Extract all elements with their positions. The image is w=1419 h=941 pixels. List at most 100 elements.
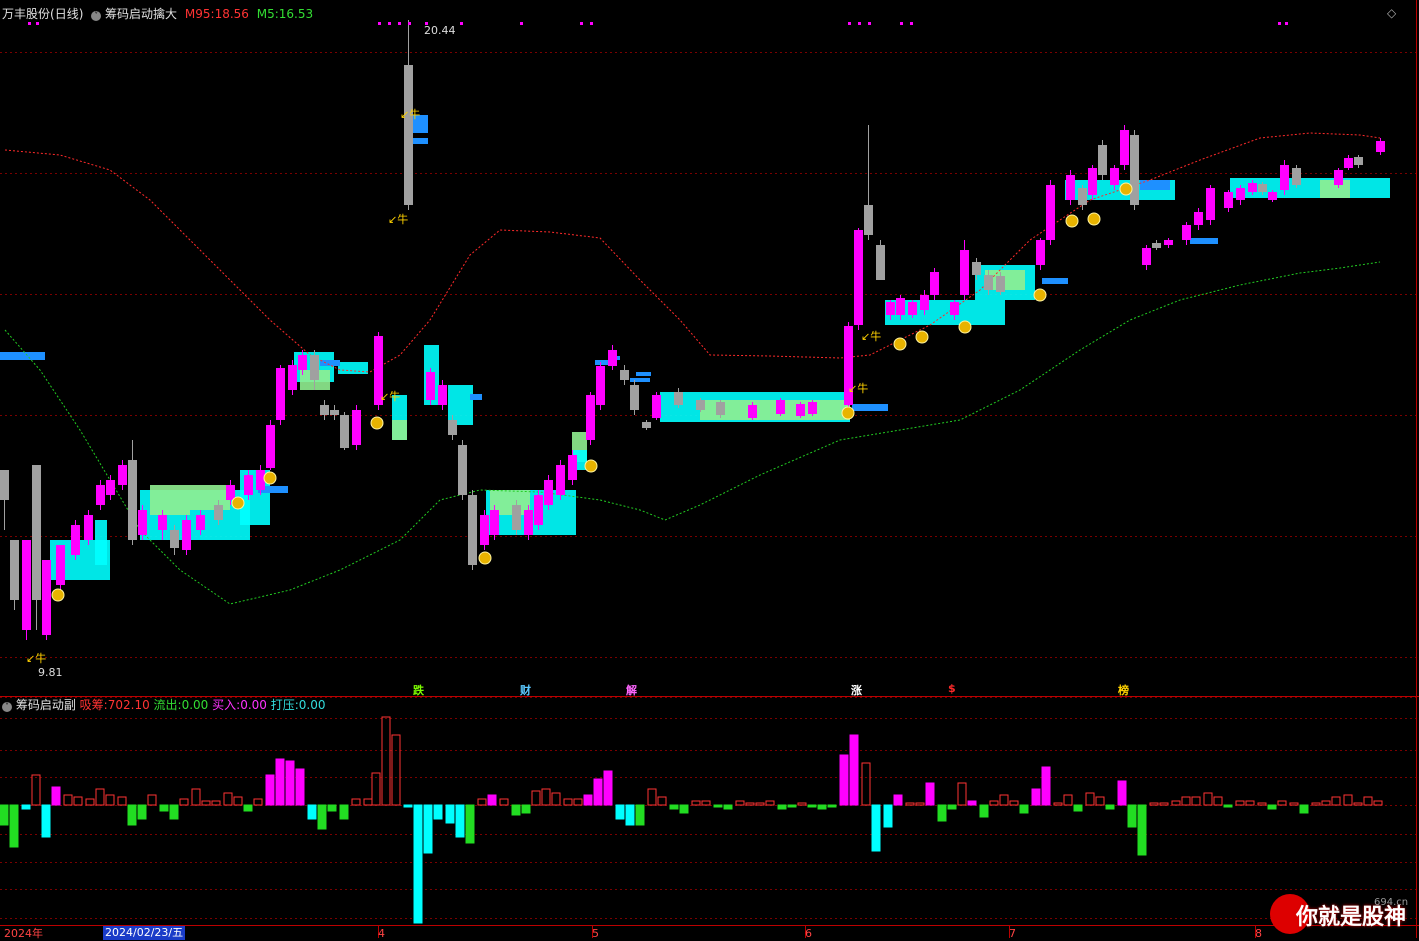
sub-bar: [817, 804, 827, 810]
sub-bar: [765, 800, 775, 806]
sub-bar: [691, 800, 701, 806]
sub-bar: [233, 796, 243, 806]
outflow-label: 流出:: [153, 698, 182, 712]
sub-bar: [1267, 804, 1277, 810]
candle-body: [1098, 145, 1107, 175]
candle-body: [256, 470, 265, 490]
sub-bar: [905, 802, 915, 806]
candle-body: [608, 350, 617, 366]
sub-bar: [1277, 800, 1287, 806]
stock-title[interactable]: 万丰股份: [2, 7, 50, 21]
sub-bar: [327, 804, 337, 812]
sub-bar: [477, 798, 487, 806]
sub-bar: [285, 760, 295, 806]
event-label-rise[interactable]: 涨: [851, 682, 862, 698]
sub-bar: [1181, 796, 1191, 806]
money-bag-icon: [1065, 214, 1079, 228]
sub-bar: [573, 798, 583, 806]
candle-body: [1130, 135, 1139, 205]
candle-body: [972, 262, 981, 275]
axis-label-month-6: 6: [805, 927, 812, 940]
candle-body: [480, 515, 489, 545]
grid-lines: [0, 0, 1419, 938]
event-label-finance[interactable]: 财: [520, 682, 531, 698]
candle-body: [1078, 188, 1087, 205]
money-bag-icon: [51, 588, 65, 602]
sub-bar: [1363, 796, 1373, 806]
candle-body: [920, 295, 929, 310]
candle-body: [310, 355, 319, 380]
indicator-name[interactable]: 筹码启动擒大: [105, 7, 177, 21]
candle-body: [106, 480, 115, 495]
chip-bands: [0, 115, 1390, 580]
sub-bar: [1149, 802, 1159, 806]
sub-bar: [957, 782, 967, 806]
money-bag-icon: [263, 471, 277, 485]
event-label-fall[interactable]: 跌: [413, 682, 424, 698]
candle-body: [266, 425, 275, 468]
sub-bar: [433, 804, 443, 820]
candle-body: [1036, 240, 1045, 265]
sub-bar: [295, 768, 305, 806]
candle-body: [642, 422, 651, 428]
candle-body: [796, 404, 805, 416]
sub-bar: [511, 804, 521, 816]
m5-label: M5:: [256, 7, 279, 21]
sub-bar: [391, 734, 401, 806]
sub-bar: [521, 804, 531, 814]
sub-bar: [1137, 804, 1147, 856]
sub-bar: [787, 804, 797, 808]
period-label[interactable]: (日线): [50, 7, 83, 21]
sub-bar: [979, 804, 989, 818]
sub-bar: [657, 796, 667, 806]
candle-body: [1344, 158, 1353, 168]
blue-bar: [412, 138, 428, 144]
sub-bar: [363, 798, 373, 806]
expand-icon[interactable]: ◇: [1387, 6, 1396, 20]
sub-bar: [1311, 802, 1321, 806]
axis-label-month-4: 4: [378, 927, 385, 940]
sub-bar: [127, 804, 137, 826]
candle-body: [71, 525, 80, 555]
bull-marker: ↙牛: [400, 108, 421, 121]
candle-body: [808, 402, 817, 414]
event-label-unlock[interactable]: 解: [626, 682, 637, 698]
sub-toggle-icon[interactable]: ˅: [2, 702, 12, 712]
candle-body: [864, 205, 873, 235]
bull-marker: ↙牛: [26, 652, 47, 665]
signal-dot: [398, 22, 401, 25]
sub-bar: [679, 804, 689, 814]
sub-bar: [937, 804, 947, 822]
sub-bar: [465, 804, 475, 844]
sub-bar: [1073, 804, 1083, 812]
sub-bar: [541, 788, 551, 806]
sub-bar: [1117, 780, 1127, 806]
sub-bar: [1053, 802, 1063, 806]
candle-body: [1292, 168, 1301, 185]
m95-label: M95:: [184, 7, 215, 21]
sub-bar: [1373, 800, 1383, 806]
signal-dot: [858, 22, 861, 25]
indicator-toggle-icon[interactable]: ˅: [91, 11, 102, 21]
sub-indicator-name[interactable]: 筹码启动副: [16, 698, 76, 712]
candle-body: [534, 495, 543, 525]
candle-body: [298, 355, 307, 370]
event-label-dollar[interactable]: $: [948, 682, 956, 695]
candle-body: [1268, 192, 1277, 200]
sub-bar: [499, 798, 509, 806]
sub-bar: [669, 804, 679, 810]
sub-bar: [423, 804, 433, 854]
sub-bar: [105, 794, 115, 806]
candle-body: [544, 480, 553, 505]
event-label-rank[interactable]: 榜: [1118, 682, 1129, 698]
candle-body: [876, 245, 885, 280]
sub-bar: [647, 788, 657, 806]
candle-body: [1110, 168, 1119, 185]
sub-bar: [445, 804, 455, 824]
sub-bar: [95, 788, 105, 806]
sub-bar: [1343, 794, 1353, 806]
sub-bar: [179, 798, 189, 806]
candle-body: [32, 465, 41, 600]
sub-bar: [531, 790, 541, 806]
sub-bar: [849, 734, 859, 806]
